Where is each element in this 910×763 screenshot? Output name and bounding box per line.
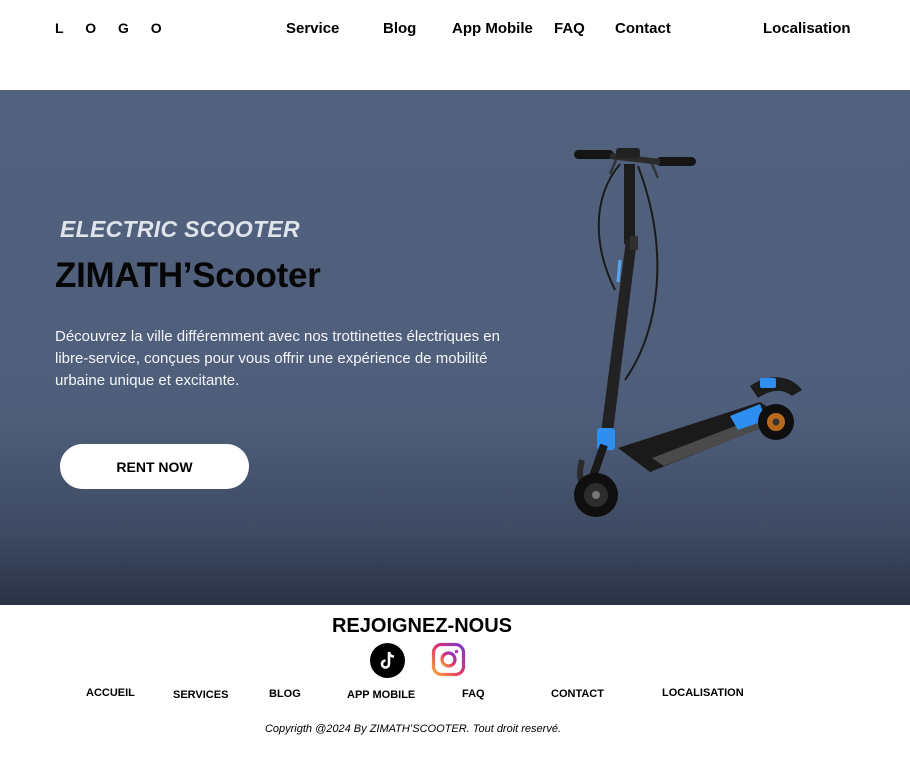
hero-section: ELECTRIC SCOOTER ZIMATH’Scooter Découvre… bbox=[0, 90, 910, 605]
footer-link-localisation[interactable]: LOCALISATION bbox=[662, 687, 744, 699]
nav-item-contact[interactable]: Contact bbox=[615, 20, 671, 37]
nav-item-blog[interactable]: Blog bbox=[383, 20, 416, 37]
nav-item-localisation[interactable]: Localisation bbox=[763, 20, 851, 37]
footer-link-blog[interactable]: BLOG bbox=[269, 688, 301, 700]
nav-item-app-mobile[interactable]: App Mobile bbox=[452, 20, 533, 37]
footer-link-services[interactable]: SERVICES bbox=[173, 689, 228, 701]
footer-title: REJOIGNEZ-NOUS bbox=[331, 615, 513, 637]
footer-link-app-mobile[interactable]: APP MOBILE bbox=[347, 689, 415, 701]
footer-link-contact[interactable]: CONTACT bbox=[551, 688, 604, 700]
footer-link-faq[interactable]: FAQ bbox=[462, 688, 485, 700]
hero-description: Découvrez la ville différemment avec nos… bbox=[55, 328, 500, 389]
left-grip bbox=[574, 150, 614, 159]
right-grip bbox=[656, 157, 696, 166]
tiktok-icon[interactable] bbox=[370, 643, 405, 678]
scooter-image bbox=[574, 148, 802, 517]
rent-now-button[interactable]: RENT NOW bbox=[60, 444, 249, 489]
nav-item-faq[interactable]: FAQ bbox=[554, 20, 585, 37]
hero-title: ZIMATH’Scooter bbox=[55, 256, 321, 295]
instagram-icon[interactable] bbox=[431, 642, 466, 677]
copyright-text: Copyrigth @2024 By ZIMATH’SCOOTER. Tout … bbox=[264, 723, 562, 735]
footer-link-accueil[interactable]: ACCUEIL bbox=[86, 687, 135, 699]
logo[interactable]: L O G O bbox=[55, 20, 171, 36]
hero-subtitle: ELECTRIC SCOOTER bbox=[60, 216, 300, 242]
nav-item-service[interactable]: Service bbox=[286, 20, 339, 37]
